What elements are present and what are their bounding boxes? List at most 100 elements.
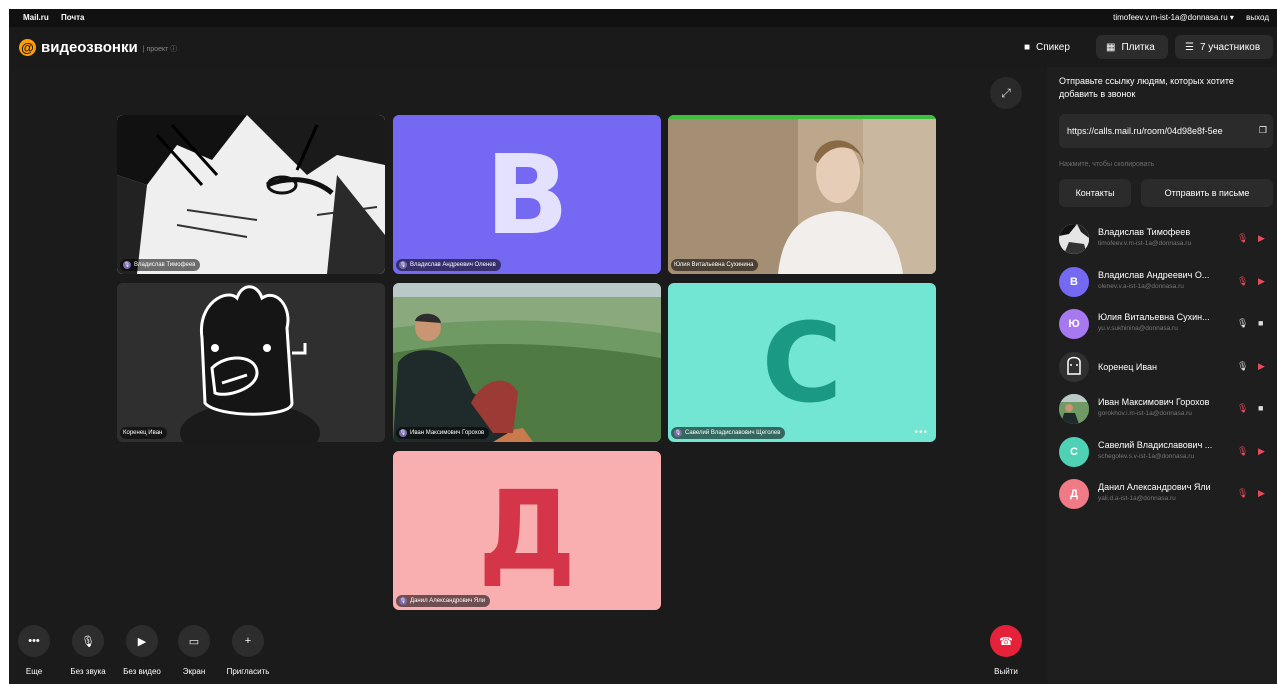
participant-email: olenev.v.a-ist-1a@donnasa.ru xyxy=(1098,282,1184,290)
participant-row[interactable]: Ю Юлия Витальевна Сухин... yu.v.sukhinin… xyxy=(1059,304,1277,347)
avatar-letter: В xyxy=(485,130,569,259)
invite-button[interactable]: + Пригласить xyxy=(221,625,275,676)
participant-row[interactable]: С Савелий Владиславович ... schegolev.s.… xyxy=(1059,432,1277,475)
mic-muted-icon[interactable]: 🎙 xyxy=(1237,276,1248,287)
screen-icon: ▭ xyxy=(178,625,210,657)
video-tile[interactable]: Д 🎙 Данил Александрович Яли xyxy=(393,451,661,610)
video-call-app: Mail.ru Почта timofeev.v.m-ist-1a@donnas… xyxy=(9,9,1277,684)
participant-name: Владислав Тимофеев xyxy=(1098,227,1191,237)
participant-name: Владислав Андреевич О... xyxy=(1098,269,1210,280)
logo-at-icon: @ xyxy=(19,39,36,56)
contacts-button[interactable]: Контакты xyxy=(1059,179,1131,207)
participants-list: Владислав Тимофеев timofeev.v.m-ist-1a@d… xyxy=(1059,219,1277,517)
participant-name: Коренец Иван xyxy=(1098,361,1158,372)
video-tile[interactable]: 🎙 Владислав Тимофеев xyxy=(117,115,385,274)
tile-name-text: Иван Максимович Горохов xyxy=(410,430,485,436)
participant-row[interactable]: Коренец Иван 🎙 ▶ xyxy=(1059,347,1277,390)
tile-view-button[interactable]: ▦ Плитка xyxy=(1096,35,1168,59)
participant-row[interactable]: В Владислав Андреевич О... olenev.v.a-is… xyxy=(1059,262,1277,305)
logo[interactable]: @ видеозвонки | проект ⓘ xyxy=(19,39,177,56)
mountain-avatar-image xyxy=(1059,394,1089,424)
camera-off-icon[interactable]: ▶ xyxy=(1258,488,1265,499)
screen-share-button[interactable]: ▭ Экран xyxy=(167,625,221,676)
tile-more-button[interactable]: ••• xyxy=(914,427,928,438)
mic-on-icon[interactable]: 🎙 xyxy=(1237,318,1248,329)
participants-count-label: 7 участников xyxy=(1199,41,1261,53)
camera-off-icon[interactable]: ▶ xyxy=(1258,361,1265,372)
camera-on-icon[interactable]: ■ xyxy=(1258,318,1263,328)
tile-name-text: Савелий Владиславович Щеголев xyxy=(685,430,781,436)
fullscreen-button[interactable]: ⤢ xyxy=(990,77,1022,109)
portal-top-bar: Mail.ru Почта timofeev.v.m-ist-1a@donnas… xyxy=(9,9,1277,27)
mic-muted-icon: 🎙 xyxy=(674,429,682,437)
logout-link[interactable]: выход xyxy=(1246,13,1269,22)
user-email-menu[interactable]: timofeev.v.m-ist-1a@donnasa.ru ▾ xyxy=(1113,13,1234,22)
video-tile[interactable]: Юлия Витальевна Сухинина xyxy=(668,115,936,274)
screen-share-label: Экран xyxy=(182,667,206,676)
video-tile[interactable]: В 🎙 Владислав Андреевич Оленев xyxy=(393,115,661,274)
copy-icon[interactable]: ❐ xyxy=(1256,125,1267,136)
more-button[interactable]: ••• Еще xyxy=(9,625,61,676)
call-link-text: https://calls.mail.ru/room/04d98e8f-5ee xyxy=(1067,126,1223,136)
expand-icon: ⤢ xyxy=(1001,85,1011,100)
camera-on-icon[interactable]: ■ xyxy=(1258,403,1263,413)
mic-muted-icon[interactable]: 🎙 xyxy=(1237,403,1248,414)
grid-icon: ▦ xyxy=(1106,41,1116,53)
avatar: В xyxy=(1059,266,1089,297)
camera-icon: ▶ xyxy=(126,625,158,657)
avatar xyxy=(1059,351,1089,382)
participant-row[interactable]: Д Данил Александрович Яли yali.d.a-ist-1… xyxy=(1059,474,1277,517)
speaker-view-button[interactable]: ■ Спикер xyxy=(1014,35,1080,59)
tile-name-text: Владислав Андреевич Оленев xyxy=(410,262,496,268)
drawing-avatar-image xyxy=(1059,351,1089,382)
hangup-icon: ☎ xyxy=(990,625,1022,657)
mic-muted-icon[interactable]: 🎙 xyxy=(1237,233,1248,244)
tile-name-text: Юлия Витальевна Сухинина xyxy=(674,262,754,268)
camera-off-icon[interactable]: ▶ xyxy=(1258,233,1265,244)
drawing-video-frame xyxy=(117,283,385,442)
video-tile[interactable]: С 🎙 Савелий Владиславович Щеголев ••• xyxy=(668,283,936,442)
mic-muted-icon[interactable]: 🎙 xyxy=(1237,488,1248,499)
more-icon: ••• xyxy=(18,625,50,657)
video-off-button[interactable]: ▶ Без видео xyxy=(115,625,169,676)
avatar-letter: Д xyxy=(478,466,576,595)
mic-muted-icon: 🎙 xyxy=(123,261,131,269)
tile-name-label: 🎙 Владислав Андреевич Оленев xyxy=(396,259,501,271)
mic-muted-icon[interactable]: 🎙 xyxy=(1237,446,1248,457)
leave-call-button[interactable]: ☎ Выйти xyxy=(979,625,1033,676)
tile-name-text: Коренец Иван xyxy=(123,430,163,436)
participant-email: gorokhov.i.m-ist-1a@donnasa.ru xyxy=(1098,410,1192,417)
mute-button[interactable]: 🎙 Без звука xyxy=(61,625,115,676)
participant-name: Иван Максимович Горохов xyxy=(1098,397,1210,407)
tile-name-label: 🎙 Иван Максимович Горохов xyxy=(396,427,490,439)
avatar: С xyxy=(1059,436,1089,467)
speaker-view-label: Спикер xyxy=(1036,41,1070,53)
participant-email: timofeev.v.m-ist-1a@donnasa.ru xyxy=(1098,240,1192,247)
call-link-field[interactable]: https://calls.mail.ru/room/04d98e8f-5ee … xyxy=(1059,114,1273,148)
tile-name-label: 🎙 Данил Александрович Яли xyxy=(396,595,491,607)
manga-avatar-image xyxy=(1059,224,1089,254)
send-by-email-button[interactable]: Отправить в письме xyxy=(1141,179,1273,207)
mic-on-icon[interactable]: 🎙 xyxy=(1237,361,1248,372)
room-video-frame xyxy=(668,115,936,274)
video-tile[interactable]: 🎙 Иван Максимович Горохов xyxy=(393,283,661,442)
video-tile[interactable]: Коренец Иван xyxy=(117,283,385,442)
participant-row[interactable]: Иван Максимович Горохов gorokhov.i.m-ist… xyxy=(1059,389,1277,432)
copy-hint: Нажмите, чтобы скопировать xyxy=(1059,161,1155,168)
participants-button[interactable]: ☰ 7 участников xyxy=(1175,35,1273,59)
logo-text: видеозвонки xyxy=(41,39,138,56)
participant-name: Данил Александрович Яли xyxy=(1098,482,1211,492)
camera-off-icon[interactable]: ▶ xyxy=(1258,276,1265,287)
tile-name-text: Данил Александрович Яли xyxy=(410,598,486,604)
participant-row[interactable]: Владислав Тимофеев timofeev.v.m-ist-1a@d… xyxy=(1059,219,1277,262)
camera-off-icon[interactable]: ▶ xyxy=(1258,446,1265,457)
tile-name-label: Коренец Иван xyxy=(120,427,168,439)
mic-muted-icon: 🎙 xyxy=(399,261,407,269)
pochta-link[interactable]: Почта xyxy=(61,13,84,22)
mailru-link[interactable]: Mail.ru xyxy=(23,13,49,22)
tile-view-label: Плитка xyxy=(1121,41,1155,53)
avatar xyxy=(1059,224,1089,254)
avatar: Ю xyxy=(1059,309,1089,339)
mic-muted-icon: 🎙 xyxy=(399,597,407,605)
list-icon: ☰ xyxy=(1185,41,1194,53)
